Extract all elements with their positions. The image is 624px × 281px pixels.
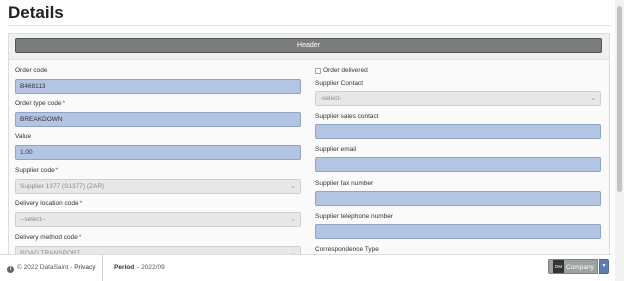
page: Details Header Order code B468113 Order …	[0, 0, 624, 281]
order-type-code-input[interactable]: BREAKDOWN	[15, 112, 301, 127]
order-code-input[interactable]: B468113	[15, 79, 301, 94]
period-value: - 2022/09	[137, 264, 165, 271]
supplier-fax-number-input[interactable]	[315, 191, 601, 206]
required-marker: *	[62, 100, 66, 107]
chevron-down-icon: ⌄	[290, 216, 296, 223]
supplier-telephone-number-input[interactable]	[315, 224, 601, 239]
supplier-code-select[interactable]: Supplier 1377 (S1377) (ZAR) ⌄	[15, 179, 301, 194]
company-dropdown-toggle[interactable]: ▾	[599, 259, 609, 274]
correspondence-type-label: Correspondence Type	[315, 246, 379, 253]
required-marker: *	[55, 167, 59, 174]
value-input[interactable]: 1.00	[15, 145, 301, 160]
supplier-telephone-number-label: Supplier telephone number	[315, 213, 394, 220]
privacy-link[interactable]: Privacy	[74, 264, 95, 271]
footer: i © 2022 DataSaint - Privacy Period - 2022…	[0, 254, 612, 281]
supplier-sales-contact-label: Supplier sales contact	[315, 113, 379, 120]
header-section-button[interactable]: Header	[15, 38, 602, 53]
required-marker: *	[78, 234, 82, 241]
delivery-location-code-label: Delivery location code*	[15, 200, 83, 207]
delivery-location-code-select[interactable]: --select-- ⌄	[15, 212, 301, 227]
supplier-fax-number-label: Supplier fax number	[315, 180, 374, 187]
title-divider	[8, 25, 612, 26]
order-delivered-checkbox[interactable]	[315, 68, 321, 74]
order-delivered-label: Order delivered	[323, 67, 368, 74]
chevron-down-icon: ⌄	[590, 95, 596, 102]
supplier-email-input[interactable]	[315, 157, 601, 172]
supplier-email-label: Supplier email	[315, 146, 357, 153]
period-indicator: Period - 2022/09	[114, 264, 165, 271]
supplier-code-value: Supplier 1377 (S1377) (ZAR)	[20, 183, 105, 190]
company-button[interactable]: DM Company	[548, 259, 598, 274]
chevron-down-icon: ⌄	[290, 183, 296, 190]
footer-divider	[102, 255, 103, 281]
info-icon: i	[7, 266, 14, 273]
order-type-code-label: Order type code*	[15, 100, 66, 107]
card-header-bar: Header	[9, 34, 609, 60]
supplier-contact-value: -select-	[320, 95, 342, 102]
supplier-code-label: Supplier code*	[15, 167, 59, 174]
company-badge: DM	[553, 260, 564, 273]
delivery-method-code-label: Delivery method code*	[15, 234, 82, 241]
supplier-contact-label: Supplier Contact	[315, 80, 364, 87]
order-code-label: Order code	[15, 67, 48, 74]
required-marker: *	[79, 200, 83, 207]
copyright-text: © 2022 DataSaint -	[17, 264, 73, 271]
supplier-sales-contact-input[interactable]	[315, 124, 601, 139]
delivery-location-value: --select--	[20, 216, 46, 223]
copyright: i © 2022 DataSaint - Privacy	[7, 264, 96, 273]
page-title: Details	[8, 3, 64, 22]
scrollbar-thumb[interactable]	[617, 6, 622, 192]
period-label: Period	[114, 264, 135, 271]
supplier-contact-select[interactable]: -select- ⌄	[315, 91, 601, 106]
company-label: Company	[566, 264, 594, 271]
value-label: Value	[15, 133, 32, 140]
